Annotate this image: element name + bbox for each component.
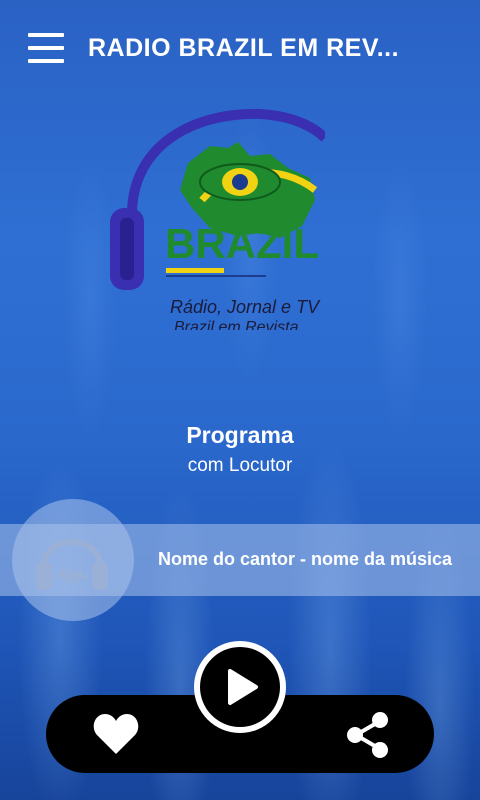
program-host: com Locutor [187,455,293,476]
play-icon [228,669,258,705]
share-icon[interactable] [346,711,390,759]
play-button-inner [200,647,280,727]
heart-icon[interactable] [92,712,140,756]
program-name: Programa [186,422,294,448]
hamburger-menu-icon[interactable] [28,33,64,63]
headphones-icon [36,539,108,590]
program-info: Programa com Locutor [0,422,480,477]
app-title: RADIO BRAZIL EM REV... [88,34,400,62]
play-button[interactable] [194,641,286,733]
station-logo: BRAZIL Rádio, Jornal e TV Brazil em Revi… [110,108,325,330]
logo-brand-text: BRAZIL [165,220,319,267]
logo-tagline: Rádio, Jornal e TV [170,297,321,317]
app-bar: RADIO BRAZIL EM REV... [0,0,480,100]
logo-subline: Brazil em Revista [174,319,299,330]
now-playing-track: Nome do cantor - nome da música [158,549,453,569]
